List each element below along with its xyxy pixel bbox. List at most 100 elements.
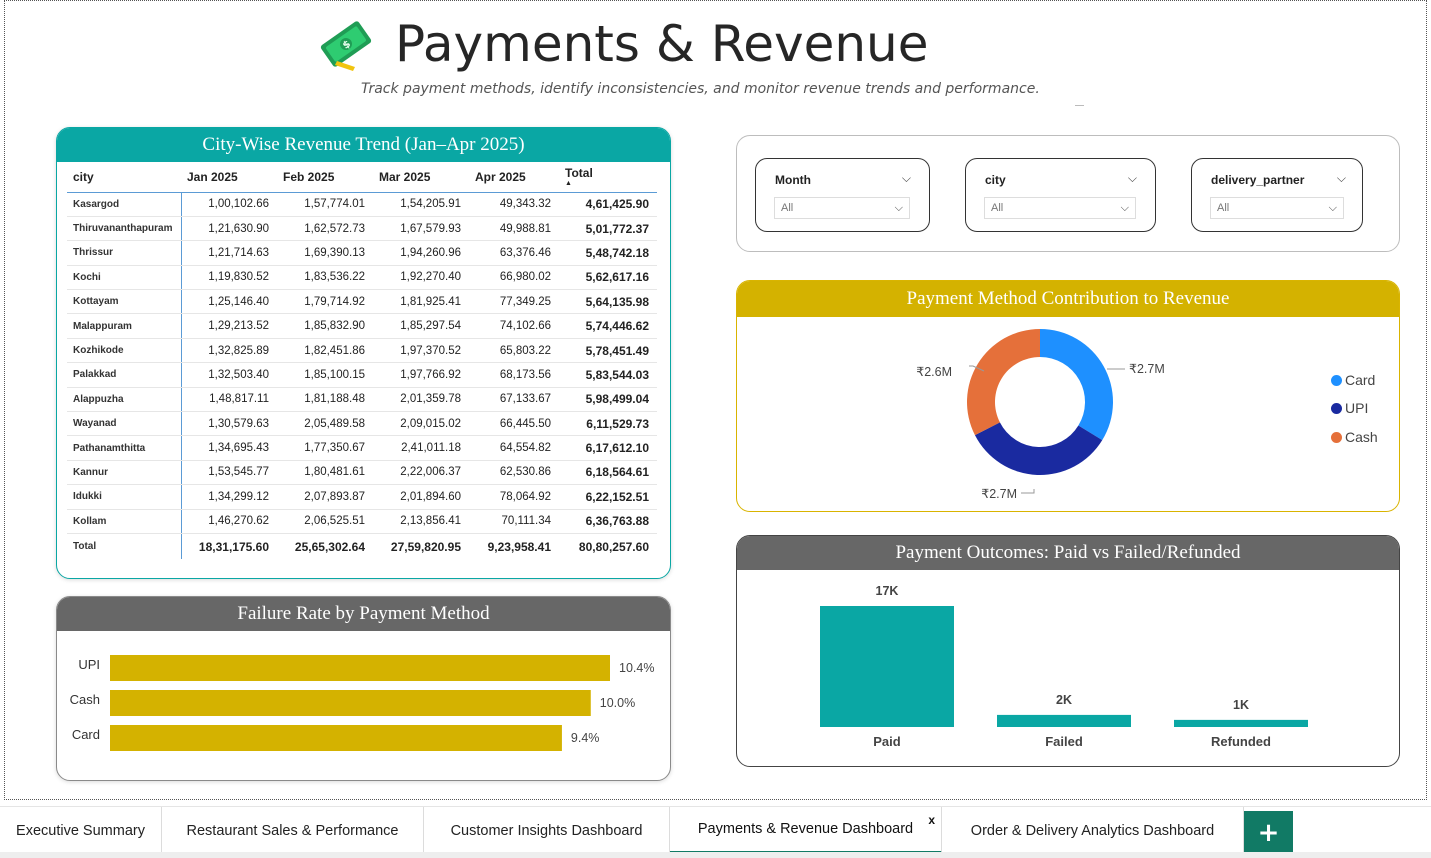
category-label: Failed: [1045, 734, 1083, 749]
close-icon[interactable]: x: [928, 813, 935, 827]
legend-dot-card: [1331, 374, 1342, 386]
total-value-cell: 27,59,820.95: [373, 532, 469, 560]
bar-failed[interactable]: [997, 714, 1131, 727]
city-cell: Kochi: [67, 265, 182, 291]
data-label: 10.4%: [619, 661, 654, 675]
value-cell: 1,80,481.61: [277, 460, 373, 486]
data-label: 2K: [1056, 693, 1072, 707]
city-slicer-label: city: [985, 173, 1006, 187]
chevron-down-icon[interactable]: ⌵: [1128, 171, 1137, 186]
value-cell: 2,22,006.37: [373, 460, 469, 486]
table-row[interactable]: Thrissur 1,21,714.63 1,69,390.13 1,94,260.9…: [67, 240, 657, 266]
legend-dot-cash: [1331, 431, 1342, 443]
slice-label: ₹2.7M: [1129, 362, 1165, 376]
value-cell: 1,97,370.52: [373, 338, 469, 364]
failure-rate-chart: UPI 10.4% Cash 10.0% Card 9.4%: [70, 655, 654, 751]
city-dropdown[interactable]: All ⌵: [984, 197, 1136, 219]
legend-item-cash[interactable]: Cash: [1331, 429, 1378, 445]
add-page-button[interactable]: +: [1244, 811, 1293, 855]
value-cell: 1,21,714.63: [181, 240, 277, 266]
value-cell: 1,69,390.13: [277, 240, 373, 266]
tab-executive-summary[interactable]: Executive Summary: [0, 807, 162, 855]
bar-upi[interactable]: [110, 655, 610, 681]
payment-method-card: Payment Method Contribution to Revenue ₹…: [736, 280, 1400, 512]
payment-outcomes-chart: 17K Paid 2K Failed 1K Refunded: [820, 584, 1308, 749]
payment-method-donut-chart: ₹2.7M ₹2.7M ₹2.6M: [916, 329, 1165, 501]
value-cell: 2,09,015.02: [373, 411, 469, 437]
report-canvas: $ Payments & Revenue Track payment metho…: [4, 0, 1427, 800]
total-value-cell: 9,23,958.41: [469, 532, 559, 560]
value-cell: 49,343.32: [469, 192, 559, 217]
page-subtitle: Track payment methods, identify inconsis…: [361, 81, 1040, 97]
table-row[interactable]: Malappuram 1,29,213.52 1,85,832.90 1,85,297…: [67, 313, 657, 339]
page-header: $ Payments & Revenue: [315, 11, 928, 77]
tab-order-delivery[interactable]: Order & Delivery Analytics Dashboard: [942, 807, 1244, 855]
table-row[interactable]: Alappuzha 1,48,817.11 1,81,188.48 2,01,359.…: [67, 387, 657, 413]
table-row[interactable]: Thiruvananthapuram 1,21,630.90 1,62,572.73…: [67, 216, 657, 242]
bar-card[interactable]: [110, 725, 562, 751]
value-cell: 1,19,830.52: [181, 265, 277, 291]
data-label: 17K: [876, 584, 899, 598]
month-slicer[interactable]: Month ⌵ All ⌵: [755, 158, 930, 232]
delivery-partner-dropdown[interactable]: All ⌵: [1210, 197, 1344, 219]
city-revenue-table[interactable]: city Jan 2025 Feb 2025 Mar 2025 Apr 2025…: [67, 162, 657, 560]
table-row[interactable]: Kannur 1,53,545.77 1,80,481.61 2,22,006.37 6…: [67, 460, 657, 486]
bar-refunded[interactable]: [1174, 719, 1308, 727]
value-cell: 2,01,894.60: [373, 484, 469, 510]
tab-label: Executive Summary: [16, 823, 145, 839]
column-header-city[interactable]: city: [67, 162, 181, 193]
value-cell: 62,530.86: [469, 460, 559, 486]
tab-restaurant-sales[interactable]: Restaurant Sales & Performance: [162, 807, 424, 855]
slice-cash[interactable]: [967, 329, 1040, 436]
value-cell: 65,803.22: [469, 338, 559, 364]
table-row[interactable]: Kollam 1,46,270.62 2,06,525.51 2,13,856.41 7…: [67, 509, 657, 534]
chevron-down-icon: ⌵: [894, 202, 903, 214]
tab-label: Restaurant Sales & Performance: [186, 823, 399, 839]
outcomes-chart-title: Payment Outcomes: Paid vs Failed/Refunde…: [737, 536, 1399, 570]
table-row[interactable]: Palakkad 1,32,503.40 1,85,100.15 1,97,766.9…: [67, 362, 657, 388]
bar-cash[interactable]: [110, 690, 591, 716]
table-row[interactable]: Kochi 1,19,830.52 1,83,536.22 1,92,270.40 66…: [67, 265, 657, 291]
total-value-cell: 18,31,175.60: [181, 532, 277, 560]
table-header-row: city Jan 2025 Feb 2025 Mar 2025 Apr 2025…: [67, 162, 657, 193]
table-row[interactable]: Kasargod 1,00,102.66 1,57,774.01 1,54,205.9…: [67, 192, 657, 217]
slice-upi[interactable]: [974, 422, 1103, 475]
leader-line: [1021, 489, 1035, 494]
money-icon: $: [320, 21, 372, 71]
delivery-partner-slicer[interactable]: delivery_partner ⌵ All ⌵: [1191, 158, 1363, 232]
value-cell: 68,173.56: [469, 362, 559, 388]
column-header-apr[interactable]: Apr 2025: [469, 162, 559, 193]
city-cell: Kasargod: [67, 192, 182, 217]
table-row[interactable]: Wayanad 1,30,579.63 2,05,489.58 2,09,015.02…: [67, 411, 657, 437]
table-row[interactable]: Kottayam 1,25,146.40 1,79,714.92 1,81,925.4…: [67, 289, 657, 315]
month-slicer-label: Month: [775, 173, 811, 187]
value-cell: 1,34,695.43: [181, 435, 277, 461]
value-cell: 1,94,260.96: [373, 240, 469, 266]
value-cell: 78,064.92: [469, 484, 559, 510]
value-cell: 63,376.46: [469, 240, 559, 266]
city-slicer[interactable]: city ⌵ All ⌵: [965, 158, 1156, 232]
chevron-down-icon[interactable]: ⌵: [1337, 171, 1346, 186]
table-row[interactable]: Idukki 1,34,299.12 2,07,893.87 2,01,894.60 7…: [67, 484, 657, 510]
column-header-total[interactable]: Total ▲: [559, 162, 657, 193]
value-cell: 2,41,011.18: [373, 435, 469, 461]
value-cell: 2,01,359.78: [373, 387, 469, 413]
legend-item-card[interactable]: Card: [1331, 372, 1375, 388]
tab-payments-revenue[interactable]: Payments & Revenue Dashboard x: [670, 807, 942, 855]
value-cell: 5,62,617.16: [559, 265, 657, 291]
chevron-down-icon[interactable]: ⌵: [902, 171, 911, 186]
column-header-mar[interactable]: Mar 2025: [373, 162, 469, 193]
value-cell: 1,92,270.40: [373, 265, 469, 291]
bar-paid[interactable]: [820, 606, 954, 727]
legend-item-upi[interactable]: UPI: [1331, 400, 1368, 416]
slice-card[interactable]: [1040, 329, 1113, 441]
column-header-feb[interactable]: Feb 2025: [277, 162, 373, 193]
table-row[interactable]: Kozhikode 1,32,825.89 1,82,451.86 1,97,370.…: [67, 338, 657, 364]
table-row[interactable]: Pathanamthitta 1,34,695.43 1,77,350.67 2,41…: [67, 435, 657, 461]
delivery-partner-dropdown-value: All: [1217, 202, 1230, 214]
column-header-jan[interactable]: Jan 2025: [181, 162, 277, 193]
month-dropdown[interactable]: All ⌵: [774, 197, 910, 219]
tab-customer-insights[interactable]: Customer Insights Dashboard: [424, 807, 670, 855]
value-cell: 4,61,425.90: [559, 192, 657, 217]
value-cell: 5,01,772.37: [559, 216, 657, 242]
